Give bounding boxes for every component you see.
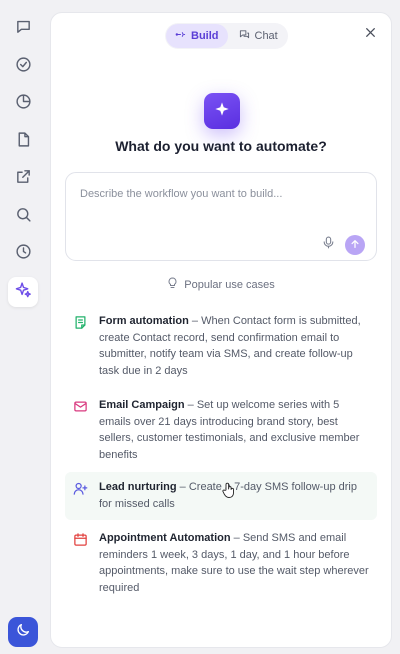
use-case-email-campaign[interactable]: Email Campaign – Set up welcome series w… bbox=[65, 397, 377, 463]
files-nav-button[interactable] bbox=[8, 127, 38, 157]
lightbulb-icon bbox=[167, 277, 178, 292]
use-case-text: Form automation – When Contact form is s… bbox=[99, 313, 369, 379]
chat-bubbles-icon bbox=[239, 29, 250, 43]
popular-use-cases-label: Popular use cases bbox=[51, 277, 391, 292]
search-nav-button[interactable] bbox=[8, 202, 38, 232]
arrow-up-icon bbox=[350, 236, 360, 254]
check-circle-icon bbox=[15, 56, 32, 78]
automation-panel: Build Chat What do you want to automate? bbox=[50, 12, 392, 648]
popular-label-text: Popular use cases bbox=[184, 278, 275, 291]
user-plus-icon bbox=[73, 481, 89, 497]
tab-build[interactable]: Build bbox=[166, 24, 228, 48]
ai-builder-nav-button[interactable] bbox=[8, 276, 38, 307]
close-icon bbox=[364, 26, 377, 44]
workflow-prompt-input[interactable] bbox=[80, 188, 360, 200]
sparkle-build-icon bbox=[175, 29, 186, 43]
use-case-lead-nurturing[interactable]: Lead nurturing – Create a 7-day SMS foll… bbox=[65, 472, 377, 520]
use-case-text: Email Campaign – Set up welcome series w… bbox=[99, 397, 369, 463]
sparkle-icon bbox=[214, 101, 230, 122]
form-icon bbox=[73, 315, 89, 331]
mode-tabs: Build Chat bbox=[165, 23, 288, 49]
left-rail bbox=[0, 0, 46, 654]
tab-build-label: Build bbox=[191, 30, 219, 42]
microphone-icon bbox=[323, 236, 334, 254]
hand-cursor-icon bbox=[222, 482, 234, 498]
sparkles-icon bbox=[15, 281, 32, 303]
reports-nav-button[interactable] bbox=[8, 89, 38, 119]
use-case-title: Form automation bbox=[99, 315, 189, 327]
chat-icon bbox=[15, 18, 32, 40]
use-case-title: Appointment Automation bbox=[99, 532, 231, 544]
prompt-box bbox=[65, 172, 377, 261]
use-case-separator: – bbox=[188, 315, 202, 327]
calendar-icon bbox=[73, 532, 89, 548]
use-case-title: Email Campaign bbox=[99, 399, 185, 411]
use-case-separator: – bbox=[184, 399, 197, 411]
page-title: What do you want to automate? bbox=[115, 138, 327, 154]
tab-chat-label: Chat bbox=[254, 30, 278, 42]
search-icon bbox=[15, 206, 32, 228]
dark-mode-toggle[interactable] bbox=[8, 617, 38, 647]
history-icon bbox=[15, 243, 32, 265]
tab-chat[interactable]: Chat bbox=[230, 24, 287, 48]
use-case-form-automation[interactable]: Form automation – When Contact form is s… bbox=[65, 313, 377, 379]
use-case-separator: – bbox=[176, 481, 189, 493]
hero-sparkle-badge bbox=[204, 93, 240, 129]
moon-icon bbox=[15, 622, 31, 643]
tasks-nav-button[interactable] bbox=[8, 52, 38, 82]
use-case-separator: – bbox=[230, 532, 243, 544]
external-link-icon bbox=[15, 168, 32, 190]
use-case-title: Lead nurturing bbox=[99, 481, 177, 493]
chat-nav-button[interactable] bbox=[8, 14, 38, 44]
use-case-appointment-automation[interactable]: Appointment Automation – Send SMS and em… bbox=[65, 530, 377, 596]
voice-input-button[interactable] bbox=[321, 236, 335, 254]
close-button[interactable] bbox=[361, 26, 379, 44]
send-button[interactable] bbox=[345, 235, 365, 255]
history-nav-button[interactable] bbox=[8, 239, 38, 269]
use-case-text: Appointment Automation – Send SMS and em… bbox=[99, 530, 369, 596]
file-icon bbox=[15, 131, 32, 153]
pie-chart-icon bbox=[15, 93, 32, 115]
external-nav-button[interactable] bbox=[8, 164, 38, 194]
mail-icon bbox=[73, 399, 89, 415]
